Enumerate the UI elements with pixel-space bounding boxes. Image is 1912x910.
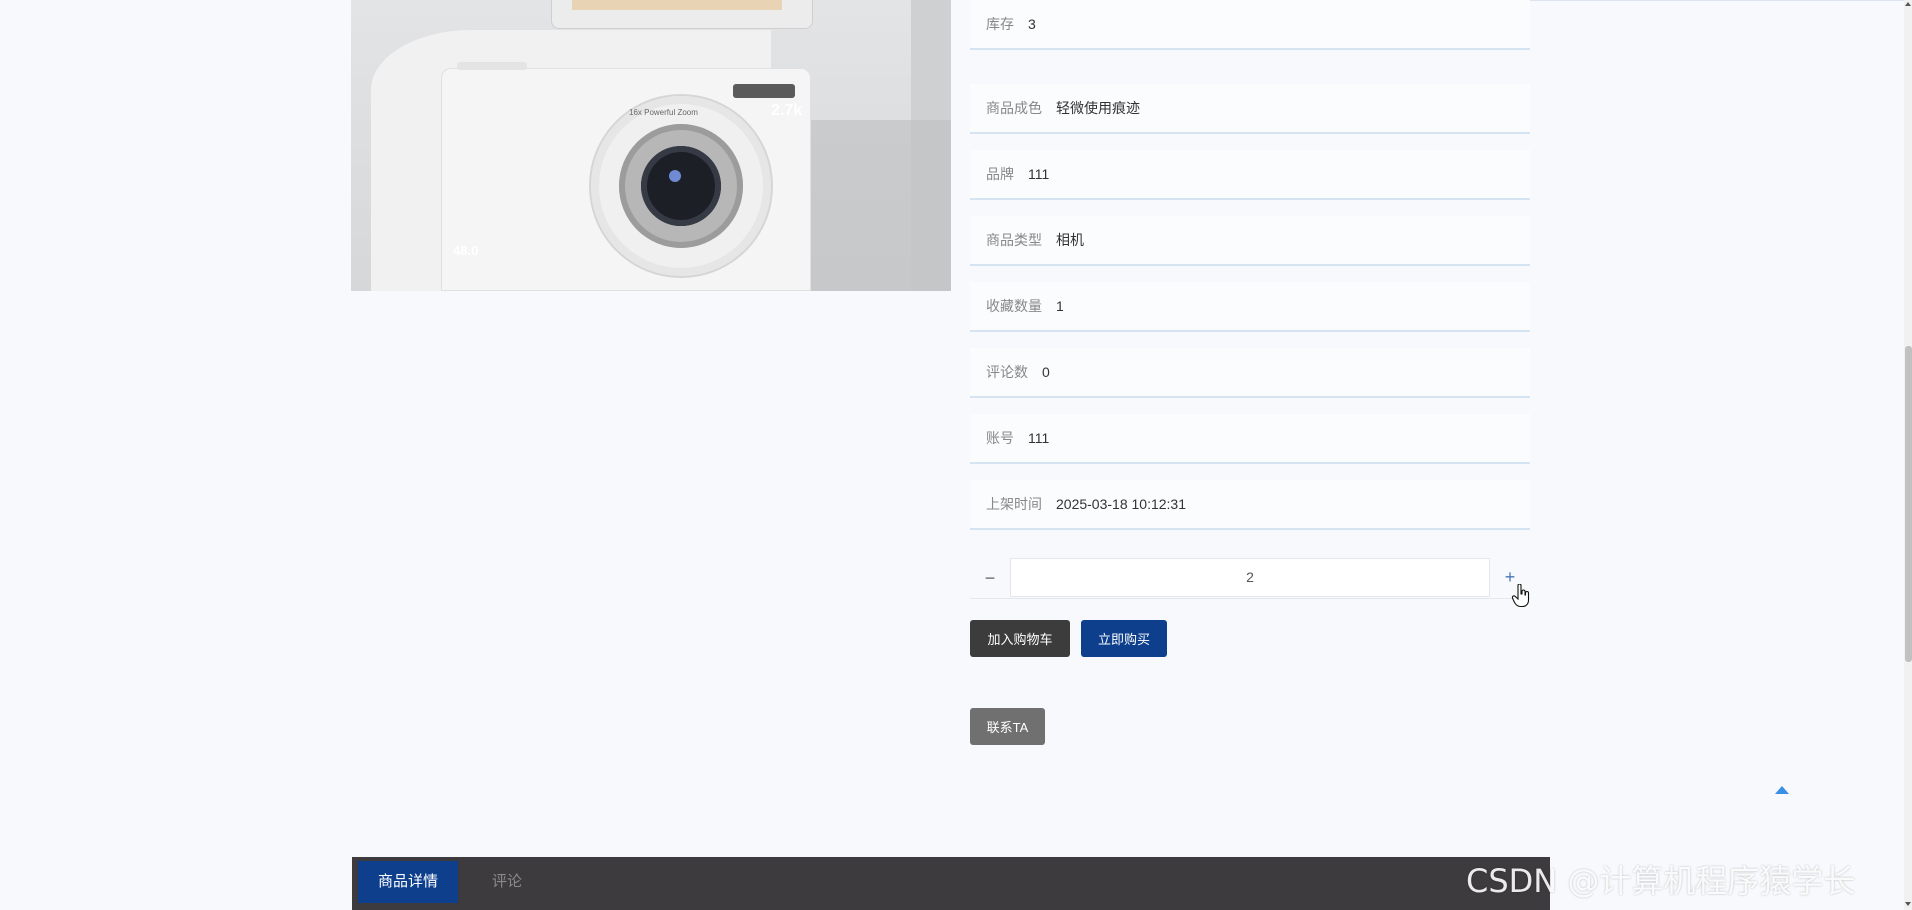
tab-comments[interactable]: 评论 xyxy=(472,861,542,903)
info-row-account: 账号 111 xyxy=(970,414,1530,464)
info-row-condition: 商品成色 轻微使用痕迹 xyxy=(970,84,1530,134)
info-label: 账号 xyxy=(986,430,1014,446)
image-top-camera xyxy=(551,0,813,29)
info-row-stock: 库存 3 xyxy=(970,0,1530,50)
back-to-top-icon[interactable] xyxy=(1775,786,1789,794)
camera-lens-text: 16x Powerful Zoom xyxy=(629,108,698,117)
scroll-up-arrow-icon[interactable] xyxy=(1905,2,1911,6)
info-row-comments-count: 评论数 0 xyxy=(970,348,1530,398)
info-value: 相机 xyxy=(1056,232,1084,248)
info-label: 上架时间 xyxy=(986,496,1042,512)
info-label: 评论数 xyxy=(986,364,1028,380)
info-label: 商品成色 xyxy=(986,100,1042,116)
info-row-listed-time: 上架时间 2025-03-18 10:12:31 xyxy=(970,480,1530,530)
scrollbar-thumb[interactable] xyxy=(1905,346,1912,662)
info-row-brand: 品牌 111 xyxy=(970,150,1530,200)
info-row-favorites: 收藏数量 1 xyxy=(970,282,1530,332)
info-label: 商品类型 xyxy=(986,232,1042,248)
add-to-cart-button[interactable]: 加入购物车 xyxy=(970,620,1070,657)
info-value: 1 xyxy=(1056,298,1064,314)
product-image: 2.7k 16x Powerful Zoom 48.0 xyxy=(351,0,951,291)
tab-product-details[interactable]: 商品详情 xyxy=(358,861,459,903)
contact-seller-button[interactable]: 联系TA xyxy=(970,708,1045,745)
info-value: 3 xyxy=(1028,16,1036,32)
quantity-input[interactable]: 2 xyxy=(1010,558,1490,597)
info-value: 轻微使用痕迹 xyxy=(1056,100,1140,116)
info-value: 0 xyxy=(1042,364,1050,380)
info-value: 2025-03-18 10:12:31 xyxy=(1056,496,1186,512)
watermark: CSDN @计算机程序猿学长 xyxy=(1466,862,1856,900)
decrement-button[interactable]: − xyxy=(970,558,1010,598)
info-label: 品牌 xyxy=(986,166,1014,182)
camera-body: 2.7k 16x Powerful Zoom 48.0 xyxy=(441,62,811,291)
info-label: 收藏数量 xyxy=(986,298,1042,314)
scroll-down-arrow-icon[interactable] xyxy=(1905,902,1911,906)
quantity-stepper: − 2 + xyxy=(970,558,1530,599)
hand-pointer-icon xyxy=(1511,584,1530,608)
info-value: 111 xyxy=(1028,430,1050,446)
detail-tab-bar: 商品详情 评论 xyxy=(352,857,1550,910)
buy-now-button[interactable]: 立即购买 xyxy=(1081,620,1167,657)
camera-viewfinder xyxy=(733,84,795,98)
camera-megapixel-label: 48.0 xyxy=(453,243,479,258)
info-value: 111 xyxy=(1028,166,1050,182)
camera-lens: 16x Powerful Zoom xyxy=(591,96,771,276)
info-label: 库存 xyxy=(986,16,1014,32)
camera-resolution-label: 2.7k xyxy=(771,102,803,119)
info-row-category: 商品类型 相机 xyxy=(970,216,1530,266)
